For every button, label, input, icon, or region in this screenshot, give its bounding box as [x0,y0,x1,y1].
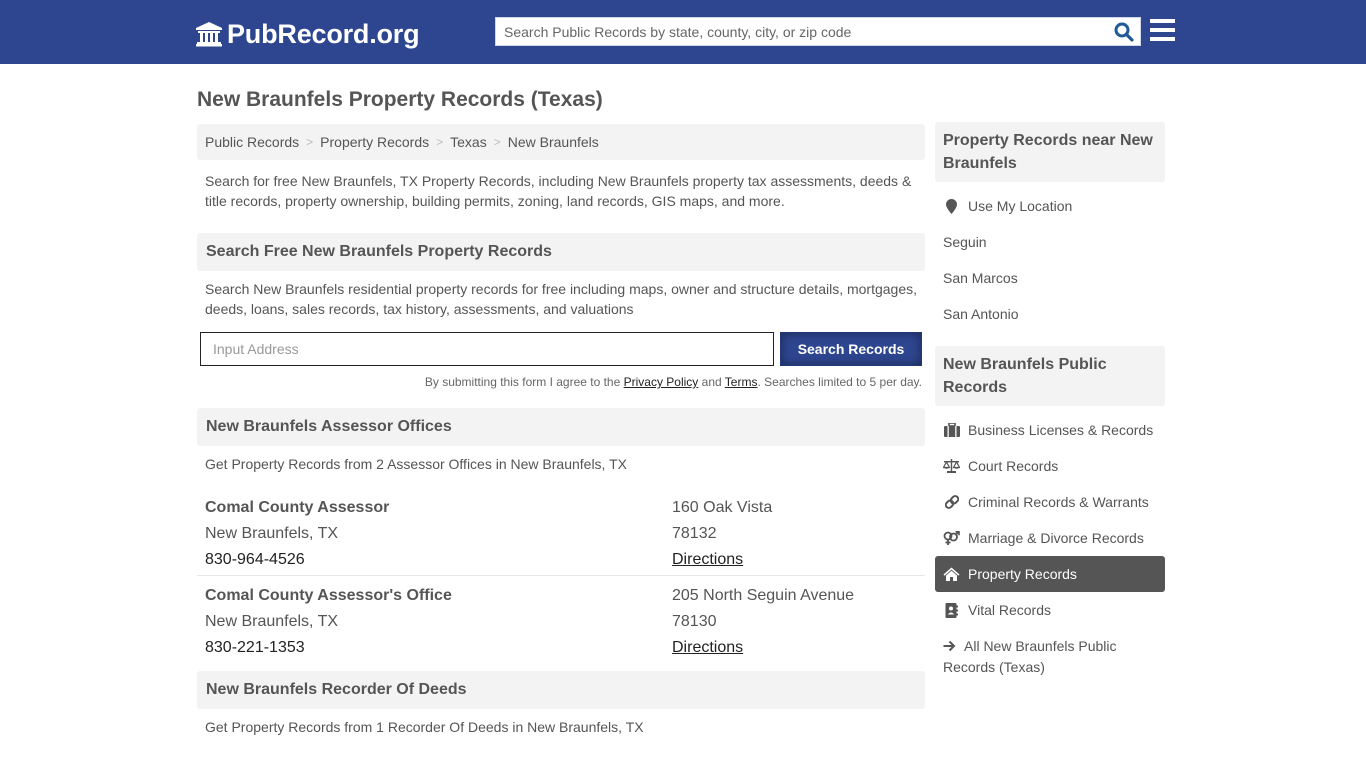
sidebar-item-property-records[interactable]: Property Records [935,556,1165,592]
address-search-form: Search Records [197,332,925,368]
breadcrumb-property-records[interactable]: Property Records [320,134,429,150]
sidebar-item-vital-records[interactable]: Vital Records [935,592,1165,628]
sidebar-item-label: All New Braunfels Public Records (Texas) [943,638,1117,675]
sidebar-item-label: Vital Records [968,602,1052,618]
global-search [495,17,1141,46]
sidebar-item-label: Marriage & Divorce Records [968,530,1144,546]
intro-text: Search for free New Braunfels, TX Proper… [205,173,912,209]
global-search-input[interactable] [496,18,1106,45]
search-icon [1114,22,1134,42]
page-title: New Braunfels Property Records (Texas) [197,88,603,111]
courthouse-icon [196,22,222,47]
home-icon [943,567,960,581]
search-records-button[interactable]: Search Records [780,332,922,366]
office-city: New Braunfels, TX [205,525,339,542]
breadcrumb-new-braunfels[interactable]: New Braunfels [508,134,599,150]
sidebar-item-business-licenses[interactable]: Business Licenses & Records [935,412,1165,448]
office-name: Comal County Assessor's Office [205,587,452,604]
office-city: New Braunfels, TX [205,613,339,630]
hamburger-menu-icon-bar [1150,19,1175,23]
sidebar-item-label: Business Licenses & Records [968,422,1154,438]
sidebar-item-label: Court Records [968,458,1059,474]
hamburger-menu-button[interactable] [1150,19,1175,41]
office-phone[interactable]: 830-964-4526 [205,547,389,573]
office-zip: 78130 [672,613,717,630]
address-book-icon [943,602,960,618]
venus-mars-icon [943,530,960,546]
hamburger-menu-icon-bar [1150,37,1175,41]
breadcrumb: Public Records > Property Records > Texa… [197,124,925,160]
sidebar-item-label: Property Records [968,566,1077,582]
office-zip: 78132 [672,525,717,542]
breadcrumb-separator: > [493,135,501,149]
arrow-right-icon [943,637,957,657]
recorder-section-heading: New Braunfels Recorder Of Deeds [197,671,925,709]
sidebar-item-court-records[interactable]: Court Records [935,448,1165,484]
recorder-section-subtext: Get Property Records from 1 Recorder Of … [205,719,644,735]
disclaimer-text: By submitting this form I agree to the [424,375,624,389]
nearby-city-san-antonio[interactable]: San Antonio [935,296,1165,332]
sidebar: Property Records near New Braunfels Use … [935,122,1165,677]
hamburger-menu-icon-bar [1150,28,1175,32]
directions-link[interactable]: Directions [672,551,743,568]
breadcrumb-separator: > [436,135,444,149]
breadcrumb-separator: > [306,135,314,149]
logo-text: PubRecord.org [227,18,420,49]
office-name: Comal County Assessor [205,499,390,516]
assessor-section-subtext: Get Property Records from 2 Assessor Off… [205,456,627,472]
sidebar-item-label: Criminal Records & Warrants [968,494,1149,510]
sidebar-item-marriage-divorce[interactable]: Marriage & Divorce Records [935,520,1165,556]
disclaimer-text: . Searches limited to 5 per day. [757,375,922,389]
assessor-section-heading: New Braunfels Assessor Offices [197,408,925,446]
briefcase-icon [943,423,960,437]
map-marker-icon [943,198,960,214]
search-section-description: Search New Braunfels residential propert… [205,281,918,317]
link-icon [943,495,960,509]
sidebar-item-all-public-records[interactable]: All New Braunfels Public Records (Texas) [935,628,1165,677]
office-address: 160 Oak Vista [672,499,773,516]
nearby-heading: Property Records near New Braunfels [935,122,1165,182]
use-my-location-link[interactable]: Use My Location [935,188,1165,224]
form-disclaimer: By submitting this form I agree to the P… [197,375,925,389]
office-phone[interactable]: 830-221-1353 [205,635,452,661]
top-navbar: PubRecord.org [0,0,1366,64]
terms-link[interactable]: Terms [725,375,758,389]
address-input[interactable] [200,332,774,366]
nearby-city-san-marcos[interactable]: San Marcos [935,260,1165,296]
public-records-list: Business Licenses & Records Court Record… [935,406,1165,677]
sidebar-item-criminal-records[interactable]: Criminal Records & Warrants [935,484,1165,520]
search-section-heading: Search Free New Braunfels Property Recor… [197,233,925,271]
nearby-city-seguin[interactable]: Seguin [935,224,1165,260]
office-address: 205 North Seguin Avenue [672,587,855,604]
use-my-location-label: Use My Location [968,198,1073,214]
public-records-heading: New Braunfels Public Records [935,346,1165,406]
main-content: Public Records > Property Records > Texa… [197,124,925,735]
office-listing: Comal County Assessor New Braunfels, TX … [197,481,925,576]
site-logo[interactable]: PubRecord.org [195,17,420,51]
breadcrumb-public-records[interactable]: Public Records [205,134,299,150]
directions-link[interactable]: Directions [672,639,743,656]
privacy-policy-link[interactable]: Privacy Policy [624,375,699,389]
nearby-list: Use My Location Seguin San Marcos San An… [935,182,1165,332]
disclaimer-text: and [698,375,725,389]
balance-scale-icon [943,459,960,473]
global-search-button[interactable] [1112,21,1136,43]
office-listing: Comal County Assessor's Office New Braun… [197,576,925,671]
breadcrumb-texas[interactable]: Texas [450,134,487,150]
